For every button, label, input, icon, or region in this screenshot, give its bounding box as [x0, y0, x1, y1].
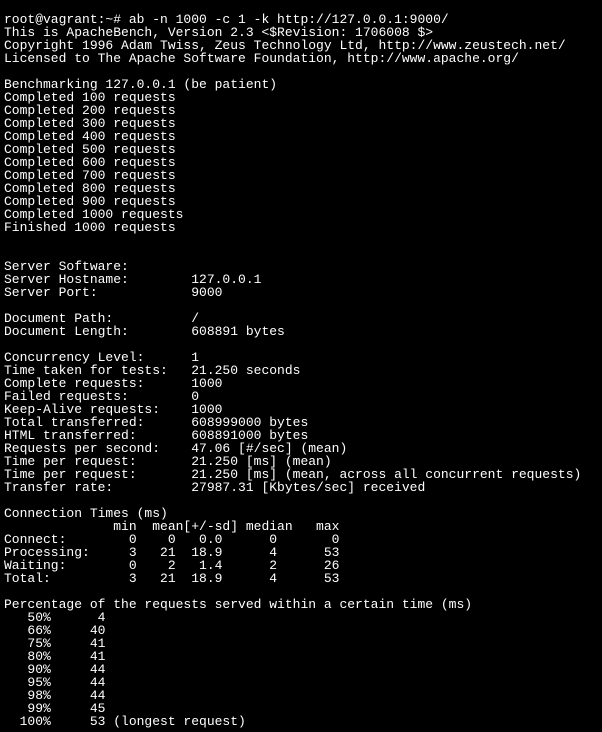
kv-line: Server Port: 9000	[4, 285, 222, 300]
kv-line: Transfer rate: 27987.31 [Kbytes/sec] rec…	[4, 480, 425, 495]
intro-line: Licensed to The Apache Software Foundati…	[4, 51, 519, 66]
terminal-output: root@vagrant:~# ab -n 1000 -c 1 -k http:…	[0, 0, 602, 732]
kv-line: Document Length: 608891 bytes	[4, 324, 285, 339]
percentile-row: 100% 53 (longest request)	[4, 714, 246, 729]
progress-line: Finished 1000 requests	[4, 220, 176, 235]
conn-times-row: Total: 3 21 18.9 4 53	[4, 571, 339, 586]
